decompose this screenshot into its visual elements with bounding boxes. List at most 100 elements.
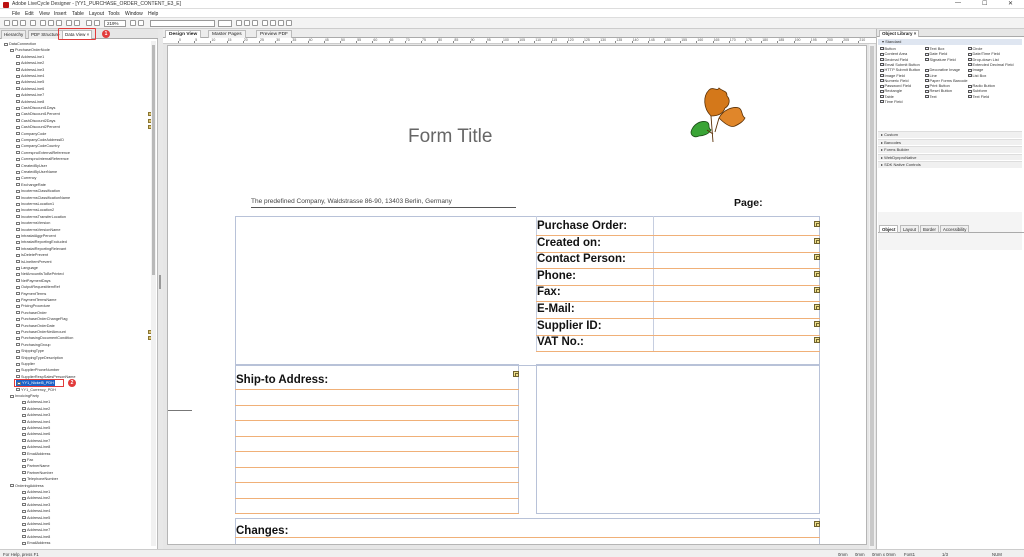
library-item[interactable]: Print Button [925,83,950,88]
po-field-label[interactable]: E-Mail: [537,303,575,315]
tab-layout[interactable]: Layout [900,225,919,233]
library-item[interactable]: Password Field [880,83,911,88]
library-category[interactable]: ▸ SDK Native Controls [878,161,1022,168]
library-item[interactable]: List Box [968,73,986,78]
library-item[interactable]: Image Field [880,73,905,78]
undo-icon[interactable] [66,20,72,26]
po-field-label[interactable]: Supplier ID: [537,320,602,332]
library-item[interactable]: Reset Button [925,88,952,93]
tab-hierarchy[interactable]: Hierarchy [1,30,27,39]
open-icon[interactable] [12,20,18,26]
bold-icon[interactable] [236,20,242,26]
menu-layout[interactable]: Layout [89,11,104,17]
library-item[interactable]: Signature Field [925,57,956,62]
editor-scroll-thumb[interactable] [870,46,874,546]
library-category[interactable]: ▸ Forms Builder [878,146,1022,153]
copy-icon[interactable] [48,20,54,26]
company-address[interactable]: The predefined Company, Waldstrasse 86-9… [251,198,516,208]
menu-view[interactable]: View [39,11,50,17]
zoom-select[interactable]: 219% [104,20,126,27]
paste-icon[interactable] [56,20,62,26]
library-item[interactable]: Radio Button [968,83,995,88]
align-left-icon[interactable] [262,20,268,26]
zoom-out-icon[interactable] [94,20,100,26]
tree-item[interactable]: EmailAddress [22,540,50,546]
standard-header[interactable]: ▾ Standard [878,39,1022,45]
library-item[interactable]: Content Area [880,51,907,56]
library-item[interactable]: Extended Decimal Field [968,62,1014,67]
left-scrollbar[interactable] [151,41,156,546]
tab-design-view[interactable]: Design View [165,30,202,38]
form-title[interactable]: Form Title [408,126,492,148]
tab-border[interactable]: Border [920,225,939,233]
library-item[interactable]: Table [880,94,894,99]
left-scroll-thumb[interactable] [152,45,155,275]
library-item[interactable]: HTTP Submit Button [880,67,920,72]
page-label[interactable]: Page: [734,197,763,209]
menu-insert[interactable]: Insert [54,11,67,17]
font-size-select[interactable] [218,20,232,27]
tab-object[interactable]: Object [879,225,899,233]
library-item[interactable]: Subform [968,88,987,93]
po-field-label[interactable]: Fax: [537,286,561,298]
print-icon[interactable] [30,20,36,26]
minimize-button[interactable]: — [955,0,961,6]
tree-item-label: PartnerNumber [27,470,53,475]
library-item[interactable]: Email Submit Button [880,62,920,67]
oak-leaves-logo[interactable] [683,82,748,146]
align-center-icon[interactable] [270,20,276,26]
po-field-label[interactable]: Purchase Order: [537,220,627,232]
library-item[interactable]: Line [925,73,937,78]
library-item[interactable]: Text [925,94,937,99]
library-category[interactable]: ▸ Custom [878,131,1022,138]
cut-icon[interactable] [40,20,46,26]
po-field-label[interactable]: Contact Person: [537,253,626,265]
library-item[interactable]: Date Field [925,51,947,56]
library-item[interactable]: Time Field [880,99,903,104]
changes-label[interactable]: Changes: [236,525,288,537]
library-category[interactable]: ▸ Barcodes [878,138,1022,145]
redo-icon[interactable] [74,20,80,26]
library-item[interactable]: Rectangle [880,88,902,93]
library-category[interactable]: ▸ WebDynproNative [878,153,1022,160]
menu-file[interactable]: File [12,11,20,17]
save-icon[interactable] [20,20,26,26]
menu-help[interactable]: Help [148,11,158,17]
po-field-label[interactable]: VAT No.: [537,336,584,348]
close-button[interactable]: ✕ [1008,0,1013,7]
fit-page-icon[interactable] [130,20,136,26]
menu-edit[interactable]: Edit [25,11,34,17]
underline-icon[interactable] [252,20,258,26]
grid-icon[interactable] [138,20,144,26]
library-item[interactable]: Button [880,46,896,51]
library-item[interactable]: Circle [968,46,982,51]
library-item[interactable]: Numeric Field [880,78,909,83]
tab-accessibility[interactable]: Accessibility [940,225,970,233]
menu-tools[interactable]: Tools [108,11,120,17]
justify-icon[interactable] [286,20,292,26]
po-field-label[interactable]: Created on: [537,237,601,249]
align-right-icon[interactable] [278,20,284,26]
splitter-grip[interactable] [159,275,161,289]
library-item[interactable]: Text Box [925,46,944,51]
italic-icon[interactable] [244,20,250,26]
new-icon[interactable] [4,20,10,26]
po-field-label[interactable]: Phone: [537,270,576,282]
tab-master-pages[interactable]: Master Pages [208,30,246,38]
font-select[interactable] [150,20,215,27]
library-item[interactable]: Date/Time Field [968,51,1000,56]
zoom-in-icon[interactable] [86,20,92,26]
library-item[interactable]: Decimal Field [880,57,908,62]
ship-to-label[interactable]: Ship-to Address: [236,374,328,386]
tab-object-library[interactable]: Object Library × [879,30,920,37]
library-item[interactable]: Drop-down List [968,57,999,62]
tab-preview-pdf[interactable]: Preview PDF [256,30,292,38]
editor-scrollbar[interactable] [869,44,875,549]
library-item[interactable]: Paper Forms Barcode [925,78,968,83]
menu-window[interactable]: Window [125,11,143,17]
library-item[interactable]: Text Field [968,94,989,99]
library-item[interactable]: Decorative Image [925,67,960,72]
maximize-button[interactable]: ☐ [982,0,987,7]
menu-table[interactable]: Table [72,11,84,17]
library-item[interactable]: Image [968,67,983,72]
